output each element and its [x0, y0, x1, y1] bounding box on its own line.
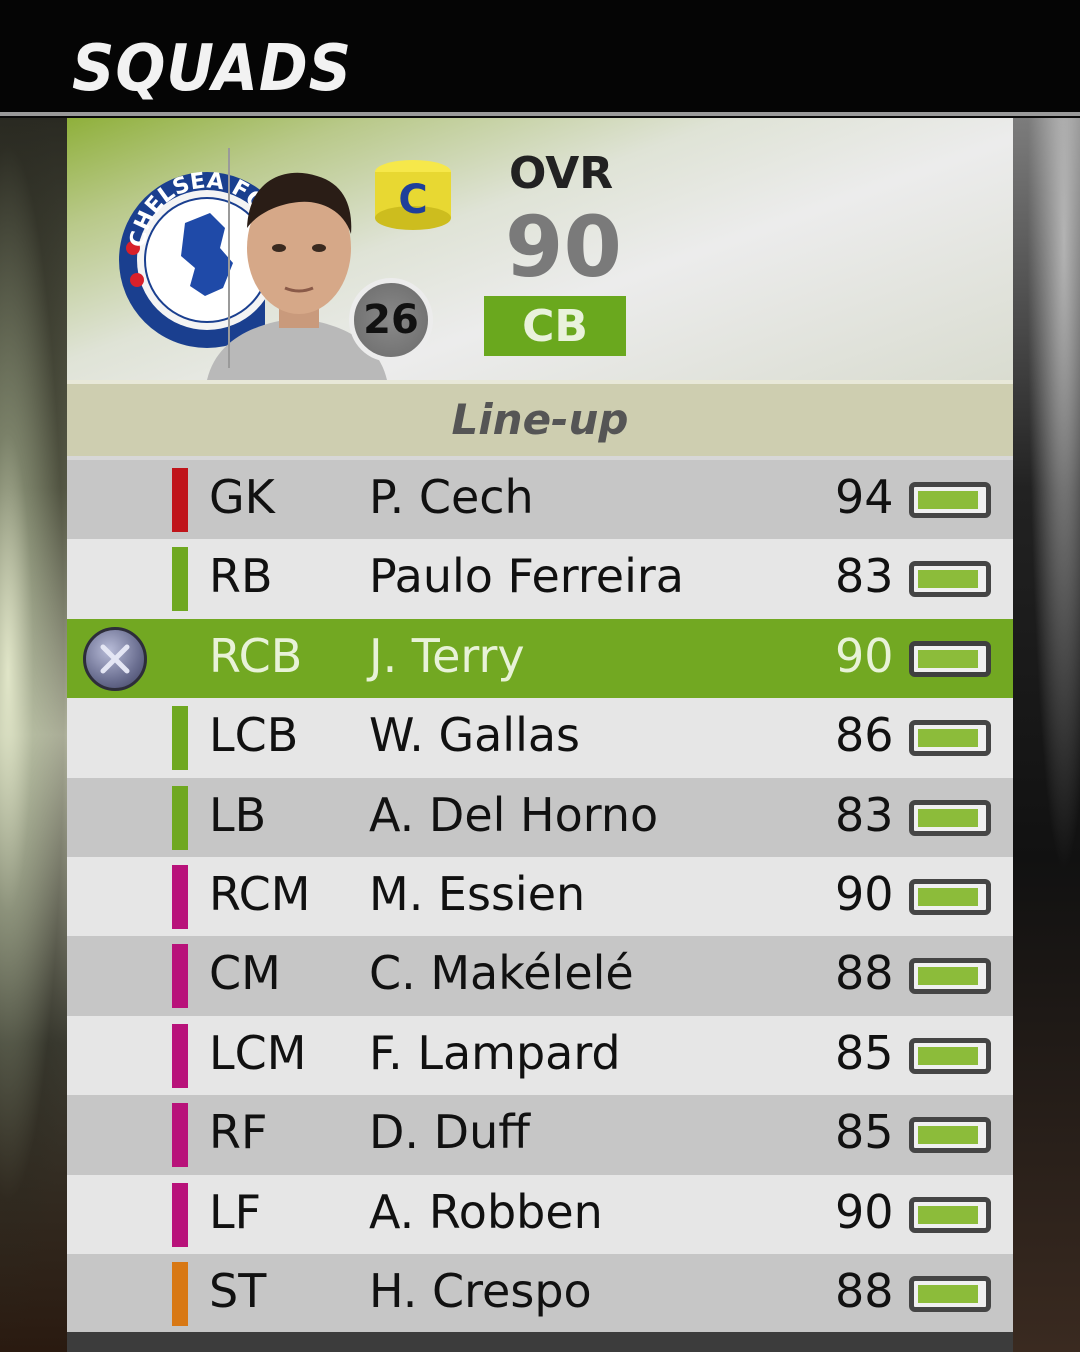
role-color-stripe — [172, 785, 188, 850]
lineup-row[interactable]: LB A. Del Horno 83 — [67, 777, 1013, 857]
lineup-list: GK P. Cech 94 RB Paulo Ferreira 83 RCB J. Terry… — [67, 460, 1013, 1334]
row-position: RCB — [209, 628, 303, 683]
fitness-bar-icon — [909, 640, 991, 677]
fitness-bar-fill — [918, 729, 978, 748]
row-position: ST — [209, 1263, 267, 1318]
fitness-bar-fill — [918, 808, 978, 827]
row-player-name: C. Makélelé — [369, 946, 634, 1001]
role-color-stripe — [172, 944, 188, 1009]
role-color-stripe — [172, 1261, 188, 1326]
lineup-row[interactable]: RB Paulo Ferreira 83 — [67, 539, 1013, 619]
row-rating: 86 — [835, 708, 894, 763]
fitness-bar-fill — [918, 967, 978, 986]
row-position: LF — [209, 1184, 262, 1239]
row-player-name: A. Robben — [369, 1184, 603, 1239]
role-color-stripe — [172, 1103, 188, 1168]
panel-bottom-edge — [67, 1332, 1013, 1352]
fitness-bar-fill — [918, 570, 978, 589]
fitness-bar-icon — [909, 1037, 991, 1074]
fitness-bar-fill — [918, 491, 978, 509]
fitness-bar-fill — [918, 1284, 978, 1303]
row-rating: 85 — [835, 1105, 894, 1160]
captain-letter: C — [398, 177, 427, 223]
row-position: LCM — [209, 1025, 307, 1080]
row-position: CM — [209, 946, 281, 1001]
position-badge: CB — [484, 296, 626, 356]
fitness-bar-fill — [918, 1205, 978, 1224]
fitness-bar-icon — [909, 878, 991, 915]
squad-panel: CHELSEA FOOTBALL CLUB C 26 OVR 90 CB Lin… — [67, 118, 1013, 1352]
fitness-bar-icon — [909, 720, 991, 757]
row-rating: 83 — [835, 787, 894, 842]
lineup-row[interactable]: LF A. Robben 90 — [67, 1174, 1013, 1254]
role-color-stripe — [172, 1182, 188, 1247]
lineup-row[interactable]: RF D. Duff 85 — [67, 1095, 1013, 1175]
row-position: RF — [209, 1105, 268, 1160]
lineup-row[interactable]: LCM F. Lampard 85 — [67, 1015, 1013, 1096]
fitness-bar-icon — [909, 561, 991, 598]
row-player-name: A. Del Horno — [369, 787, 659, 842]
fitness-bar-fill — [918, 887, 978, 906]
lineup-row[interactable]: RCB J. Terry 90 — [67, 618, 1013, 699]
fitness-bar-fill — [918, 1126, 978, 1145]
fitness-bar-fill — [918, 1046, 978, 1065]
fitness-bar-fill — [918, 649, 978, 668]
role-color-stripe — [172, 547, 188, 612]
row-position: LCB — [209, 708, 299, 763]
lineup-header: Line-up — [67, 380, 1013, 456]
row-rating: 88 — [835, 1263, 894, 1318]
row-player-name: Paulo Ferreira — [369, 549, 684, 604]
shirt-number-badge: 26 — [349, 278, 433, 362]
fitness-bar-icon — [909, 1117, 991, 1154]
x-button-icon — [83, 626, 147, 691]
player-header: CHELSEA FOOTBALL CLUB C 26 OVR 90 CB — [67, 118, 1013, 380]
row-rating: 90 — [835, 628, 894, 683]
row-player-name: W. Gallas — [369, 708, 580, 763]
lineup-row[interactable]: GK P. Cech 94 — [67, 460, 1013, 540]
row-player-name: M. Essien — [369, 866, 586, 921]
ovr-label: OVR — [509, 148, 614, 199]
role-color-stripe — [172, 1023, 188, 1088]
fitness-bar-icon — [909, 799, 991, 836]
row-rating: 90 — [835, 866, 894, 921]
row-rating: 83 — [835, 549, 894, 604]
row-player-name: D. Duff — [369, 1105, 530, 1160]
lineup-row[interactable]: LCB W. Gallas 86 — [67, 698, 1013, 778]
role-color-stripe — [172, 864, 188, 929]
row-rating: 88 — [835, 946, 894, 1001]
lineup-row[interactable]: CM C. Makélelé 88 — [67, 936, 1013, 1016]
row-player-name: F. Lampard — [369, 1025, 621, 1080]
row-player-name: H. Crespo — [369, 1263, 592, 1318]
row-position: LB — [209, 787, 267, 842]
role-color-stripe — [172, 468, 188, 532]
ovr-value: 90 — [505, 198, 622, 296]
lineup-row[interactable]: RCM M. Essien 90 — [67, 856, 1013, 937]
row-rating: 94 — [835, 470, 894, 524]
lineup-row[interactable]: ST H. Crespo 88 — [67, 1253, 1013, 1334]
fitness-bar-icon — [909, 1196, 991, 1233]
row-position: RB — [209, 549, 273, 604]
fitness-bar-icon — [909, 958, 991, 995]
row-rating: 85 — [835, 1025, 894, 1080]
row-position: GK — [209, 470, 275, 524]
row-player-name: P. Cech — [369, 470, 534, 524]
top-bar: SQUADS — [0, 0, 1080, 116]
role-color-stripe — [172, 706, 188, 771]
fitness-bar-icon — [909, 482, 991, 518]
screen-title: SQUADS — [72, 32, 352, 106]
captain-armband-icon: C — [375, 160, 451, 230]
fitness-bar-icon — [909, 1275, 991, 1312]
row-position: RCM — [209, 866, 311, 921]
row-rating: 90 — [835, 1184, 894, 1239]
row-player-name: J. Terry — [369, 628, 525, 683]
